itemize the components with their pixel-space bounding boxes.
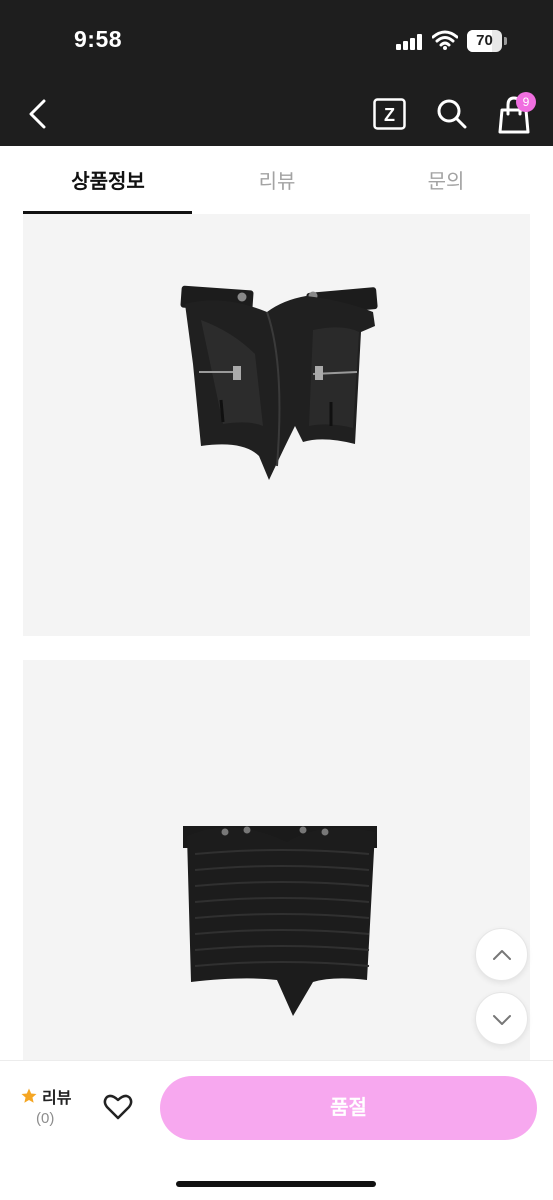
review-summary[interactable]: 리뷰 (0) [18, 1081, 88, 1135]
scroll-down-button[interactable] [475, 992, 528, 1045]
scroll-up-button[interactable] [475, 928, 528, 981]
review-count: (0) [36, 1110, 55, 1127]
corset-back-image [183, 826, 377, 1016]
battery-icon: 70 [467, 30, 507, 52]
signal-icon [396, 34, 424, 50]
scroll-down-icon [493, 1015, 511, 1025]
product-image-front [23, 214, 530, 636]
product-image-back [23, 660, 530, 1060]
search-icon [437, 99, 467, 129]
z-logo-icon: Z [373, 98, 406, 130]
app-header: Z 9 [0, 82, 553, 146]
tab-reviews[interactable]: 리뷰 [192, 146, 362, 214]
back-button[interactable] [22, 96, 58, 132]
product-tabs: 상품정보 리뷰 문의 [0, 146, 553, 214]
status-bar: 9:58 70 [0, 0, 553, 82]
review-label: 리뷰 [42, 1088, 72, 1107]
search-button[interactable] [434, 96, 470, 132]
battery-level: 70 [476, 32, 493, 49]
wishlist-button[interactable] [102, 1091, 134, 1123]
wifi-icon [432, 30, 458, 50]
z-button[interactable]: Z [373, 98, 406, 130]
scroll-up-icon [493, 950, 511, 960]
corset-front-image [180, 285, 378, 480]
sold-out-button[interactable]: 품절 [160, 1076, 537, 1140]
tab-inquiry[interactable]: 문의 [361, 146, 531, 214]
heart-icon [103, 1094, 133, 1120]
home-indicator [176, 1181, 376, 1187]
star-icon [21, 1088, 37, 1103]
tab-product-info[interactable]: 상품정보 [23, 146, 193, 214]
cart-count-badge: 9 [516, 92, 536, 112]
status-time: 9:58 [74, 26, 123, 52]
back-icon [29, 99, 46, 129]
bottom-purchase-bar: 리뷰 (0) 품절 [0, 1060, 553, 1200]
z-letter: Z [384, 105, 395, 125]
cart-button[interactable]: 9 [496, 92, 540, 136]
